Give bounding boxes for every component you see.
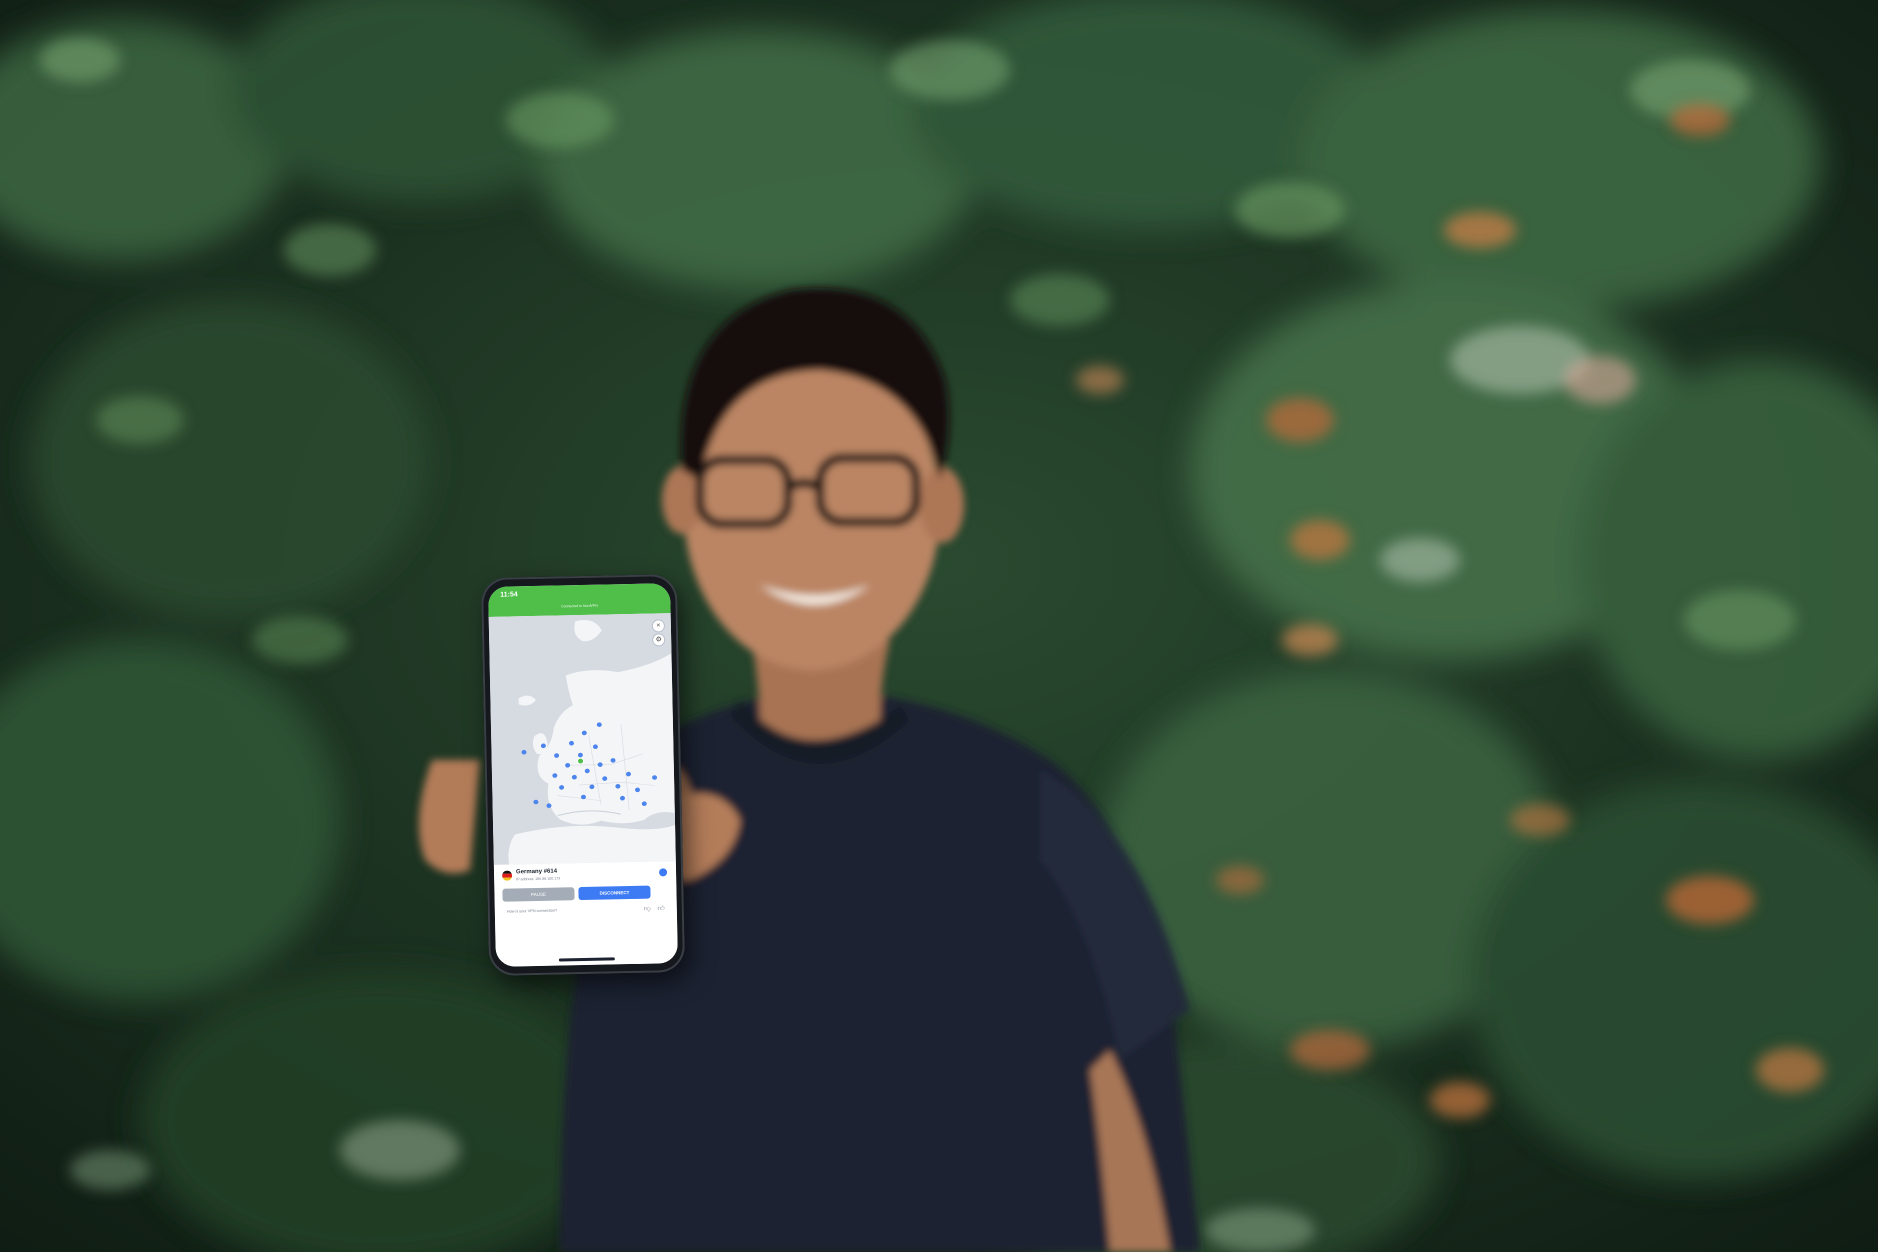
- rating-question: How is your VPN connection?: [506, 908, 558, 914]
- thumb-down-icon[interactable]: 👎︎: [644, 904, 651, 913]
- server-map[interactable]: × ⚙: [488, 613, 676, 865]
- phone-screen: 11:54 Connected to NordVPN × ⚙ Germany #…: [488, 583, 678, 967]
- status-caption: Connected to NordVPN: [561, 603, 598, 609]
- pause-button[interactable]: PAUSE: [502, 887, 575, 902]
- germany-flag-icon: [501, 870, 513, 881]
- connected-pin[interactable]: [577, 757, 585, 765]
- connection-panel: Germany #614 IP address: 185.88.100.173 …: [493, 861, 678, 967]
- ear-right: [920, 467, 964, 543]
- home-indicator: [558, 957, 615, 962]
- server-name: Germany #614: [515, 868, 558, 876]
- map-graphic: [488, 613, 676, 865]
- disconnect-button[interactable]: DISCONNECT: [578, 885, 651, 901]
- photo-background: [0, 0, 1878, 1252]
- server-ip: IP address: 185.88.100.173: [516, 876, 561, 882]
- smartphone: 11:54 Connected to NordVPN × ⚙ Germany #…: [480, 573, 686, 977]
- thumb-up-icon[interactable]: 👍︎: [657, 903, 664, 912]
- hand: [418, 760, 480, 874]
- status-time: 11:54: [500, 591, 518, 599]
- status-bar: 11:54 Connected to NordVPN: [488, 583, 671, 617]
- info-icon[interactable]: [658, 868, 668, 877]
